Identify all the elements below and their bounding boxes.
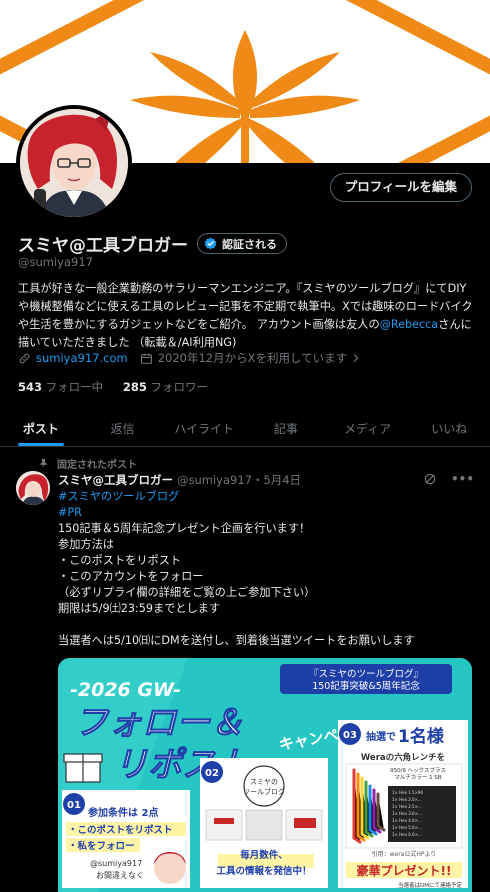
- get-verified-label: 認証される: [222, 237, 277, 251]
- profile-name-row: スミヤ@工具ブロガー 認証される: [18, 231, 287, 256]
- step2-number: 02: [205, 768, 219, 779]
- followers-label: フォロワー: [150, 380, 209, 394]
- bio-mention-link[interactable]: @Rebecca: [380, 318, 438, 331]
- profile-website-link[interactable]: sumiya917.com: [36, 351, 128, 365]
- step3-notice: 当選者はDMにて連絡予定: [398, 881, 462, 889]
- post-line: 参加方法は: [58, 538, 114, 551]
- tab-label: ポスト: [22, 422, 59, 436]
- edit-profile-button[interactable]: プロフィールを編集: [329, 173, 472, 202]
- svg-text:1× Hex 3.0×...: 1× Hex 3.0×...: [392, 811, 422, 816]
- step3-lottery: 抽選で: [366, 730, 396, 743]
- step1-note1: @sumiya917: [90, 859, 142, 868]
- campaign-step-2: 02 スミヤの ツールブログ 毎月数件、 工具の情報を発信中！: [200, 758, 328, 888]
- step2-caption1: 毎月数件、: [240, 849, 288, 861]
- followers-count: 285: [122, 380, 147, 394]
- pinned-label: 固定されたポスト: [57, 460, 137, 471]
- profile-display-name: スミヤ@工具ブロガー: [18, 236, 188, 256]
- svg-text:1× Hex 2.0×...: 1× Hex 2.0×...: [392, 797, 422, 802]
- step2-caption2: 工具の情報を発信中！: [216, 865, 311, 877]
- post-line-blank: [58, 617, 478, 633]
- calendar-icon: [140, 353, 152, 364]
- avatar-image: [20, 109, 128, 217]
- svg-text:1× Hex 5.0×...: 1× Hex 5.0×...: [392, 825, 422, 830]
- pin-icon: [40, 458, 47, 469]
- following-link[interactable]: 543 フォロー中: [18, 380, 103, 394]
- gift-icon: [63, 753, 103, 783]
- step1-note2: お間違えなく: [96, 870, 144, 880]
- post-campaign-image[interactable]: -2026 GW- 『スミヤのツールブログ』 150記事突破&5周年記念 フォロ…: [58, 658, 472, 892]
- tab-label: いいね: [431, 422, 468, 436]
- profile-joined-date: 2020年12月からXを利用しています: [157, 351, 348, 365]
- step1-number: 01: [67, 800, 81, 811]
- campaign-badge-line1: 『スミヤのツールブログ』: [309, 668, 423, 680]
- step3-product2: マルチカラー 1 SB: [394, 774, 441, 781]
- step3-number: 03: [343, 730, 357, 741]
- campaign-step-1: 01 参加条件は 2点 ・このポストをリポスト ・私をフォロー @sumiya9…: [62, 790, 190, 888]
- campaign-badge-line2: 150記事突破&5周年記念: [312, 680, 420, 692]
- post-line: （必ずリプライ欄の詳細をご覧の上ご参加下さい）: [58, 586, 316, 599]
- profile-meta: sumiya917.com 2020年12月からXを利用しています: [18, 350, 361, 366]
- profile-tabs: ポスト 返信 ハイライト 記事 メディア いいね: [0, 410, 490, 447]
- step1-item2: ・私をフォロー: [68, 840, 135, 852]
- active-tab-indicator: [17, 443, 64, 446]
- campaign-step-3: 03 抽選で 1名様 Weraの六角レンチを 950/9 ヘックスプラス マルチ…: [338, 720, 468, 889]
- tab-highlights[interactable]: ハイライト: [163, 410, 245, 446]
- post-actions: •••: [423, 472, 474, 486]
- tab-replies[interactable]: 返信: [82, 410, 164, 446]
- following-count: 543: [18, 380, 43, 394]
- svg-text:1× Hex 1.5×90: 1× Hex 1.5×90: [392, 790, 423, 795]
- post-hashtag-blog[interactable]: #スミヤのツールブログ: [58, 489, 478, 505]
- tab-label: 返信: [110, 422, 135, 436]
- post-author-name[interactable]: スミヤ@工具ブロガー: [58, 472, 173, 488]
- profile-bio: 工具が好きな一般企業勤務のサラリーマンエンジニア。『スミヤのツールブログ』にてD…: [18, 280, 476, 352]
- post-author-handle[interactable]: @sumiya917: [177, 473, 252, 487]
- post-date[interactable]: ・5月4日: [252, 472, 301, 488]
- grok-icon[interactable]: [423, 472, 437, 486]
- post-line: ・このアカウントをフォロー: [58, 570, 204, 583]
- verified-badge-icon: [204, 237, 217, 250]
- step3-product: 950/9 ヘックスプラス: [390, 767, 446, 774]
- step3-prize: 豪華プレゼント!!: [357, 863, 452, 878]
- profile-page: プロフィールを編集 スミヤ@工具ブロガー 認証される @sumiya917 工具…: [0, 0, 490, 892]
- post-hashtag-pr[interactable]: #PR: [58, 505, 478, 521]
- get-verified-button[interactable]: 認証される: [197, 233, 287, 254]
- tab-articles[interactable]: 記事: [245, 410, 327, 446]
- post-line: 当選者へは5/10㈰にDMを送付し、到着後当選ツイートをお願いします: [58, 634, 415, 647]
- post-line: 150記事＆5周年記念プレゼント企画を行います！: [58, 522, 311, 535]
- post-line: ・このポストをリポスト: [58, 554, 182, 567]
- step2-logo1: スミヤの: [250, 778, 278, 786]
- followers-link[interactable]: 285 フォロワー: [123, 380, 208, 394]
- more-options-icon[interactable]: •••: [451, 472, 474, 486]
- tab-media[interactable]: メディア: [327, 410, 409, 446]
- tab-label: 記事: [273, 422, 298, 436]
- follow-counts: 543 フォロー中 285 フォロワー: [18, 379, 208, 395]
- tab-label: ハイライト: [174, 422, 235, 436]
- campaign-year: -2026 GW-: [70, 679, 181, 701]
- step2-logo2: ツールブログ: [243, 787, 285, 796]
- post-line: 期限は5/9㈯23:59までとします: [58, 602, 221, 615]
- tab-likes[interactable]: いいね: [408, 410, 490, 446]
- following-label: フォロー中: [45, 380, 104, 394]
- svg-text:1× Hex 6.0×...: 1× Hex 6.0×...: [392, 832, 422, 837]
- tab-label: メディア: [343, 422, 392, 436]
- svg-text:1× Hex 4.0×...: 1× Hex 4.0×...: [392, 818, 422, 823]
- svg-text:1× Hex 2.5×...: 1× Hex 2.5×...: [392, 804, 422, 809]
- post-body: #スミヤのツールブログ #PR 150記事＆5周年記念プレゼント企画を行います！…: [58, 489, 478, 649]
- profile-avatar[interactable]: [16, 105, 132, 221]
- step3-item: Weraの六角レンチを: [361, 752, 445, 763]
- post-author-avatar[interactable]: [16, 471, 50, 505]
- step1-title: 参加条件は 2点: [88, 806, 158, 819]
- tab-posts[interactable]: ポスト: [0, 410, 82, 446]
- step3-count: 1名様: [398, 726, 445, 747]
- link-icon: [19, 353, 30, 363]
- profile-handle: @sumiya917: [18, 255, 93, 269]
- step3-citation: 引用：wera公式HPより: [372, 850, 437, 858]
- post-header: スミヤ@工具ブロガー @sumiya917 ・5月4日: [58, 472, 301, 488]
- pinned-indicator: 固定されたポスト: [38, 456, 137, 471]
- campaign-title-line1: フォロー＆: [74, 703, 244, 743]
- step1-item1: ・このポストをリポスト: [68, 824, 173, 836]
- chevron-right-icon[interactable]: [351, 353, 361, 363]
